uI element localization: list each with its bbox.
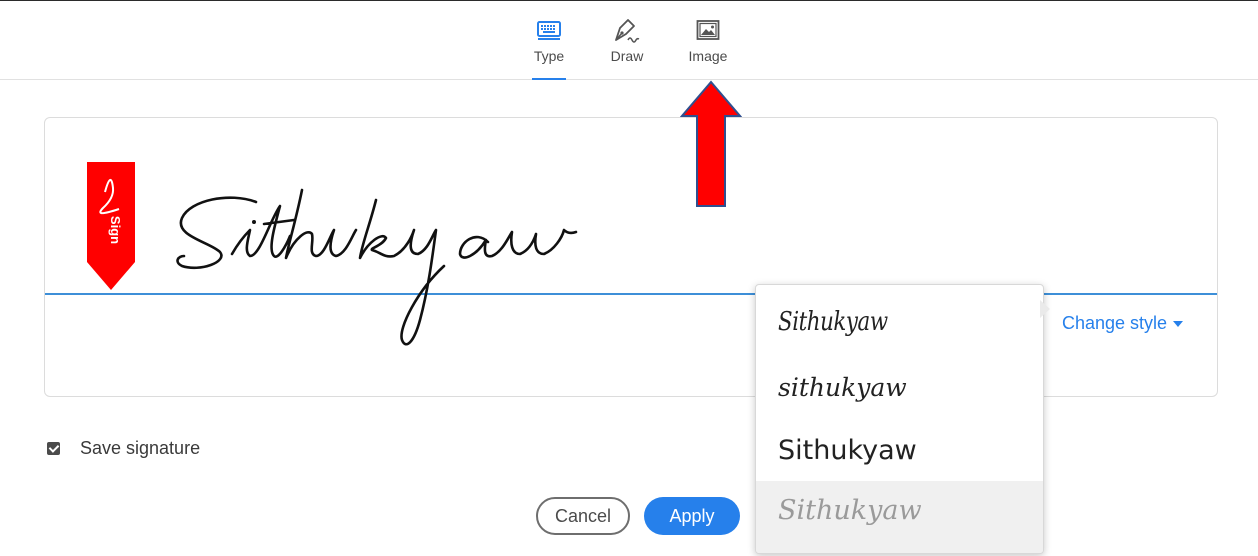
tab-draw[interactable]: Draw [608, 16, 646, 64]
style-options-dropdown: Sithukyaw sithukyaw Sithukyaw Sithukyaw [755, 284, 1044, 554]
tab-image-label: Image [688, 48, 728, 64]
save-signature-label: Save signature [80, 438, 201, 458]
sign-tag-label: Sign [108, 216, 123, 244]
image-icon [686, 16, 730, 44]
cancel-button[interactable]: Cancel [536, 497, 630, 535]
tab-type-label: Type [533, 48, 565, 64]
pen-icon [608, 16, 646, 44]
style-option[interactable]: sithukyaw [756, 357, 1043, 423]
caret-down-icon [1173, 321, 1184, 328]
change-style-button[interactable]: Change style [1062, 313, 1184, 334]
style-option[interactable]: Sithukyaw [756, 417, 1043, 483]
active-tab-indicator [532, 78, 566, 80]
sign-here-tag: Sign [87, 162, 135, 290]
change-style-label: Change style [1062, 313, 1168, 333]
style-option[interactable]: Sithukyaw [756, 293, 1043, 359]
typed-signature [170, 180, 690, 360]
style-option-selected[interactable]: Sithukyaw [756, 481, 1043, 553]
red-arrow-annotation [679, 80, 743, 208]
signature-mode-tabs: Type Draw Image [0, 1, 1258, 80]
dropdown-pointer [1040, 300, 1050, 318]
checkbox-checked-icon[interactable] [47, 442, 60, 455]
style-option-label: Sithukyaw [778, 435, 917, 466]
apply-button[interactable]: Apply [644, 497, 740, 535]
keyboard-icon [532, 16, 566, 44]
style-option-label: Sithukyaw [778, 495, 922, 526]
tab-image[interactable]: Image [686, 16, 730, 64]
tab-draw-label: Draw [610, 48, 644, 64]
tab-type[interactable]: Type [532, 16, 566, 64]
save-signature-checkbox[interactable]: Save signature [47, 438, 200, 459]
style-option-label: Sithukyaw [778, 307, 888, 337]
style-option-label: sithukyaw [778, 373, 907, 402]
